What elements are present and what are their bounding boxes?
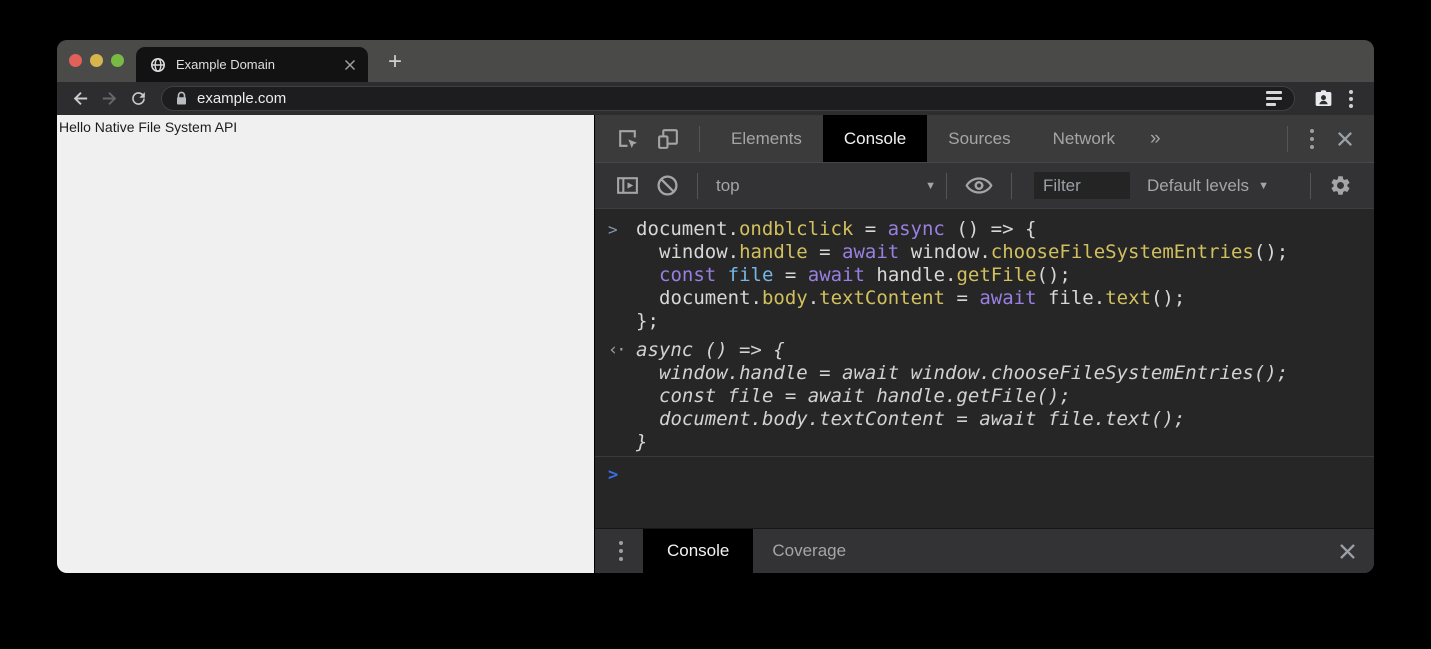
globe-favicon-icon — [150, 57, 166, 73]
gear-icon — [1329, 174, 1352, 197]
forward-button[interactable] — [96, 86, 122, 112]
console-input-chevron-icon: > — [608, 218, 636, 333]
reload-icon — [129, 89, 148, 108]
more-tabs-button[interactable]: » — [1136, 128, 1175, 150]
console-sidebar-toggle-button[interactable] — [607, 163, 648, 208]
divider — [1310, 173, 1311, 199]
browser-menu-button[interactable] — [1342, 90, 1360, 108]
back-arrow-icon — [71, 89, 90, 108]
console-message-body: async () => {window.handle = await windo… — [636, 339, 1288, 454]
chevron-down-icon: ▼ — [925, 180, 936, 192]
page-body-text: Hello Native File System API — [59, 119, 237, 135]
divider — [699, 126, 700, 152]
console-settings-button[interactable] — [1321, 174, 1360, 197]
console-messages: >document.ondblclick = async () => {wind… — [595, 218, 1374, 454]
clear-console-button[interactable] — [648, 163, 687, 208]
eye-icon — [965, 176, 993, 195]
device-toolbar-icon — [656, 126, 681, 151]
devtools-drawer: Console Coverage — [595, 528, 1374, 573]
console-message-result: ‹·async () => {window.handle = await win… — [595, 339, 1374, 454]
close-icon — [1338, 542, 1357, 561]
console-filter-input[interactable] — [1034, 172, 1130, 199]
drawer-tab-coverage[interactable]: Coverage — [753, 529, 865, 573]
forward-arrow-icon — [100, 89, 119, 108]
tab-title: Example Domain — [176, 57, 344, 72]
reload-button[interactable] — [125, 86, 151, 112]
clear-console-icon — [656, 174, 679, 197]
console-toolbar: top ▼ Default levels ▼ — [595, 162, 1374, 209]
profile-button[interactable] — [1313, 88, 1334, 109]
lock-icon — [175, 91, 188, 106]
drawer-menu-button[interactable] — [607, 541, 635, 561]
close-window-button[interactable] — [69, 54, 82, 67]
browser-toolbar: example.com — [57, 82, 1374, 115]
live-expression-button[interactable] — [957, 163, 1001, 208]
browser-window: Example Domain + — [57, 40, 1374, 573]
tab-close-icon[interactable] — [344, 59, 356, 71]
console-message-body: document.ondblclick = async () => {windo… — [636, 218, 1288, 333]
devtools-tab-elements[interactable]: Elements — [710, 115, 823, 162]
devtools-tabbar: Elements Console Sources Network » — [595, 115, 1374, 162]
devtools-tab-console[interactable]: Console — [823, 115, 927, 162]
console-message-input: >document.ondblclick = async () => {wind… — [595, 218, 1374, 333]
sidebar-toggle-icon — [615, 173, 640, 198]
device-toolbar-button[interactable] — [648, 115, 689, 162]
devtools-tab-network[interactable]: Network — [1032, 115, 1136, 162]
console-pane: >document.ondblclick = async () => {wind… — [595, 209, 1374, 528]
zoom-window-button[interactable] — [111, 54, 124, 67]
divider — [946, 173, 947, 199]
log-levels-dropdown[interactable]: Default levels ▼ — [1147, 176, 1269, 196]
drawer-close-button[interactable] — [1321, 542, 1374, 561]
console-result-arrow-icon: ‹· — [608, 339, 636, 454]
new-tab-button[interactable]: + — [388, 50, 402, 74]
context-selector-value: top — [716, 176, 740, 196]
drawer-tab-console[interactable]: Console — [643, 529, 753, 573]
console-prompt-chevron-icon: > — [608, 464, 636, 487]
devtools-menu-button[interactable] — [1298, 129, 1326, 149]
profile-avatar-icon — [1313, 88, 1334, 109]
divider — [697, 173, 698, 199]
close-icon — [1336, 130, 1354, 148]
browser-tab[interactable]: Example Domain — [136, 47, 368, 82]
divider — [1011, 173, 1012, 199]
devtools-tab-sources[interactable]: Sources — [927, 115, 1031, 162]
desktop: Example Domain + — [0, 0, 1431, 649]
devtools-close-button[interactable] — [1326, 130, 1364, 148]
window-controls — [69, 54, 124, 67]
javascript-context-selector[interactable]: top ▼ — [708, 176, 936, 196]
address-bar[interactable]: example.com — [161, 86, 1295, 111]
minimize-window-button[interactable] — [90, 54, 103, 67]
url-text: example.com — [197, 90, 286, 107]
back-button[interactable] — [67, 86, 93, 112]
divider — [1287, 126, 1288, 152]
reading-list-icon[interactable] — [1266, 91, 1284, 106]
window-content: Hello Native File System API — [57, 115, 1374, 573]
console-prompt[interactable]: > — [595, 456, 1374, 487]
inspect-element-button[interactable] — [607, 115, 648, 162]
log-levels-value: Default levels — [1147, 176, 1249, 196]
page-viewport: Hello Native File System API — [57, 115, 594, 573]
tab-strip: Example Domain + — [57, 40, 1374, 82]
inspect-cursor-icon — [615, 126, 640, 151]
chevron-down-icon: ▼ — [1258, 180, 1269, 192]
devtools-panel: Elements Console Sources Network » — [594, 115, 1374, 573]
